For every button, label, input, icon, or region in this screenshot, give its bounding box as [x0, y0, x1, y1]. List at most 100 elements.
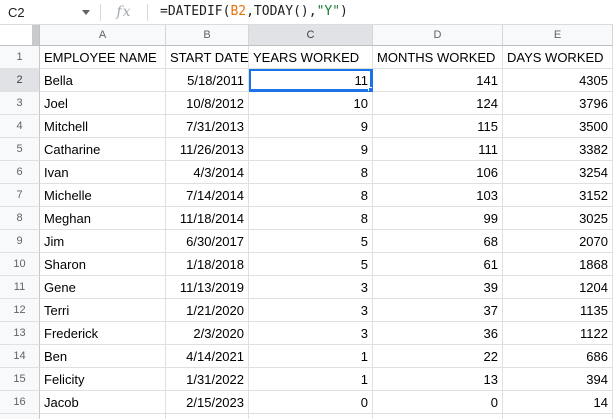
cell-B16[interactable]: 2/15/2023: [166, 391, 249, 414]
row-header-2[interactable]: 2: [0, 69, 40, 92]
cell-B15[interactable]: 1/31/2022: [166, 368, 249, 391]
column-header-B[interactable]: B: [166, 25, 249, 46]
cell-A7[interactable]: Michelle: [40, 184, 166, 207]
cell-C3[interactable]: 10: [249, 92, 373, 115]
row-header-6[interactable]: 6: [0, 161, 40, 184]
column-header-C[interactable]: C: [249, 25, 373, 46]
cell-E14[interactable]: 686: [503, 345, 613, 368]
cell-B6[interactable]: 4/3/2014: [166, 161, 249, 184]
cell-A14[interactable]: Ben: [40, 345, 166, 368]
cell-E17[interactable]: [503, 414, 613, 419]
cell-C11[interactable]: 3: [249, 276, 373, 299]
cell-A2[interactable]: Bella: [40, 69, 166, 92]
cell-B12[interactable]: 1/21/2020: [166, 299, 249, 322]
cell-B2[interactable]: 5/18/2011: [166, 69, 249, 92]
row-header-10[interactable]: 10: [0, 253, 40, 276]
cell-A5[interactable]: Catharine: [40, 138, 166, 161]
cell-D5[interactable]: 111: [373, 138, 503, 161]
cell-E3[interactable]: 3796: [503, 92, 613, 115]
cell-C17[interactable]: [249, 414, 373, 419]
cell-D3[interactable]: 124: [373, 92, 503, 115]
cell-D16[interactable]: 0: [373, 391, 503, 414]
cell-D15[interactable]: 13: [373, 368, 503, 391]
cell-C4[interactable]: 9: [249, 115, 373, 138]
chevron-down-icon[interactable]: [82, 10, 90, 15]
cell-D14[interactable]: 22: [373, 345, 503, 368]
cell-A13[interactable]: Frederick: [40, 322, 166, 345]
cell-E11[interactable]: 1204: [503, 276, 613, 299]
cell-D10[interactable]: 61: [373, 253, 503, 276]
cell-C10[interactable]: 5: [249, 253, 373, 276]
column-header-A[interactable]: A: [40, 25, 166, 46]
cell-C7[interactable]: 8: [249, 184, 373, 207]
column-header-D[interactable]: D: [373, 25, 503, 46]
cell-E8[interactable]: 3025: [503, 207, 613, 230]
row-header-9[interactable]: 9: [0, 230, 40, 253]
cell-B13[interactable]: 2/3/2020: [166, 322, 249, 345]
cell-C5[interactable]: 9: [249, 138, 373, 161]
cell-B3[interactable]: 10/8/2012: [166, 92, 249, 115]
cell-A9[interactable]: Jim: [40, 230, 166, 253]
cell-E12[interactable]: 1135: [503, 299, 613, 322]
cell-A17[interactable]: [40, 414, 166, 419]
cell-B9[interactable]: 6/30/2017: [166, 230, 249, 253]
cell-C9[interactable]: 5: [249, 230, 373, 253]
row-header-15[interactable]: 15: [0, 368, 40, 391]
row-header-3[interactable]: 3: [0, 92, 40, 115]
row-header-12[interactable]: 12: [0, 299, 40, 322]
cell-B11[interactable]: 11/13/2019: [166, 276, 249, 299]
cell-D7[interactable]: 103: [373, 184, 503, 207]
cell-B10[interactable]: 1/18/2018: [166, 253, 249, 276]
cell-C2[interactable]: 11: [249, 69, 373, 92]
cell-B17[interactable]: [166, 414, 249, 419]
row-header-7[interactable]: 7: [0, 184, 40, 207]
cell-A15[interactable]: Felicity: [40, 368, 166, 391]
cell-B7[interactable]: 7/14/2014: [166, 184, 249, 207]
cell-D4[interactable]: 115: [373, 115, 503, 138]
cell-C14[interactable]: 1: [249, 345, 373, 368]
select-all-corner[interactable]: [0, 25, 40, 46]
cell-D12[interactable]: 37: [373, 299, 503, 322]
cell-D13[interactable]: 36: [373, 322, 503, 345]
row-header-17[interactable]: [0, 414, 40, 419]
cell-A1[interactable]: EMPLOYEE NAME: [40, 46, 166, 69]
row-header-14[interactable]: 14: [0, 345, 40, 368]
row-header-11[interactable]: 11: [0, 276, 40, 299]
cell-E9[interactable]: 2070: [503, 230, 613, 253]
cell-A3[interactable]: Joel: [40, 92, 166, 115]
cell-C15[interactable]: 1: [249, 368, 373, 391]
cell-A16[interactable]: Jacob: [40, 391, 166, 414]
cell-B14[interactable]: 4/14/2021: [166, 345, 249, 368]
row-header-16[interactable]: 16: [0, 391, 40, 414]
row-header-4[interactable]: 4: [0, 115, 40, 138]
cell-C13[interactable]: 3: [249, 322, 373, 345]
cell-A10[interactable]: Sharon: [40, 253, 166, 276]
row-header-8[interactable]: 8: [0, 207, 40, 230]
cell-A12[interactable]: Terri: [40, 299, 166, 322]
cell-A8[interactable]: Meghan: [40, 207, 166, 230]
cell-E16[interactable]: 14: [503, 391, 613, 414]
cell-E1[interactable]: DAYS WORKED: [503, 46, 613, 69]
cell-B1[interactable]: START DATE: [166, 46, 249, 69]
cell-B5[interactable]: 11/26/2013: [166, 138, 249, 161]
cell-E2[interactable]: 4305: [503, 69, 613, 92]
cell-E6[interactable]: 3254: [503, 161, 613, 184]
cell-E5[interactable]: 3382: [503, 138, 613, 161]
column-header-E[interactable]: E: [503, 25, 613, 46]
row-header-5[interactable]: 5: [0, 138, 40, 161]
row-header-13[interactable]: 13: [0, 322, 40, 345]
row-header-1[interactable]: 1: [0, 46, 40, 69]
cell-name-box[interactable]: C2: [0, 0, 100, 24]
cell-C12[interactable]: 3: [249, 299, 373, 322]
cell-D17[interactable]: [373, 414, 503, 419]
cell-E10[interactable]: 1868: [503, 253, 613, 276]
formula-input[interactable]: =DATEDIF(B2,TODAY(),"Y"): [148, 0, 613, 24]
cell-A4[interactable]: Mitchell: [40, 115, 166, 138]
cell-D1[interactable]: MONTHS WORKED: [373, 46, 503, 69]
cell-C1[interactable]: YEARS WORKED: [249, 46, 373, 69]
cell-D8[interactable]: 99: [373, 207, 503, 230]
cell-D6[interactable]: 106: [373, 161, 503, 184]
cell-C8[interactable]: 8: [249, 207, 373, 230]
cell-E15[interactable]: 394: [503, 368, 613, 391]
cell-C6[interactable]: 8: [249, 161, 373, 184]
